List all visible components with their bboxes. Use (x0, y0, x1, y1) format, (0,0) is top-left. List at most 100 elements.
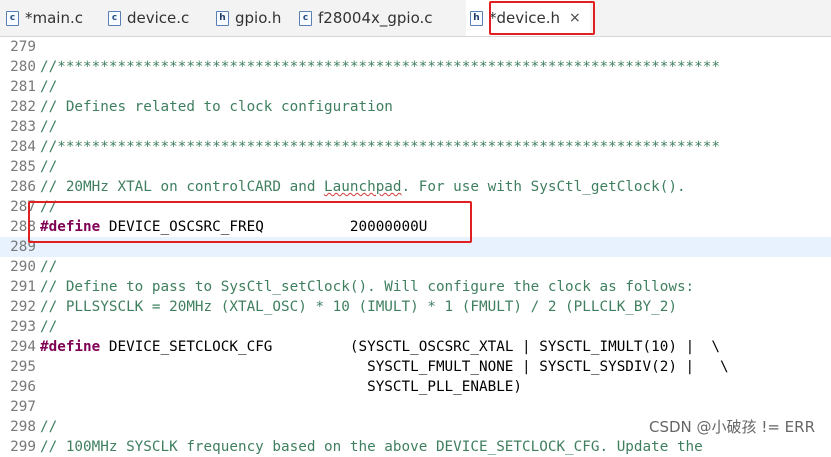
tab-label: *device.h (489, 9, 561, 27)
tab-gpio-h[interactable]: h gpio.h (214, 0, 298, 36)
line-number: 282 (10, 99, 36, 115)
code-line[interactable]: 281// (0, 77, 831, 97)
code-token: SYSCTL_FMULT_NONE | SYSCTL_SYSDIV(2) | \ (40, 359, 729, 375)
code-text: // (40, 157, 57, 177)
code-line[interactable]: 279 (0, 37, 831, 57)
line-number: 299 (10, 439, 36, 455)
c-file-icon: c (108, 10, 121, 26)
code-line[interactable]: 293// (0, 317, 831, 337)
comment-token: // (40, 159, 58, 175)
line-number: 296 (10, 379, 36, 395)
code-line[interactable]: 284//***********************************… (0, 137, 831, 157)
code-text: // (40, 317, 57, 337)
comment-token: // Defines related to clock configuratio… (40, 99, 393, 115)
comment-token: //**************************************… (40, 59, 720, 75)
tab-device-h[interactable]: h *device.h × (466, 0, 590, 36)
editor-tab-bar: c *main.c c device.c h gpio.h c f28004x_… (0, 0, 831, 37)
h-file-icon: h (470, 10, 483, 26)
comment-token: // (40, 319, 58, 335)
code-text: // 20MHz XTAL on controlCARD and Launchp… (40, 177, 686, 197)
line-number: 289 (10, 239, 36, 255)
c-file-icon: c (6, 10, 19, 26)
code-line[interactable]: 282// Defines related to clock configura… (0, 97, 831, 117)
h-file-icon: h (216, 10, 229, 26)
code-line[interactable]: 288 #define DEVICE_OSCSRC_FREQ 20000000U (0, 217, 831, 237)
code-line[interactable]: 291// Define to pass to SysCtl_setClock(… (0, 277, 831, 297)
watermark: CSDN @小破孩 != ERR (647, 416, 817, 437)
close-icon[interactable]: × (569, 10, 581, 26)
tab-label: *main.c (25, 9, 83, 27)
line-number: 281 (10, 79, 36, 95)
comment-token: // Define to pass to SysCtl_setClock(). … (40, 279, 695, 295)
code-text: #define DEVICE_OSCSRC_FREQ 20000000U (40, 217, 427, 237)
code-line[interactable]: 292// PLLSYSCLK = 20MHz (XTAL_OSC) * 10 … (0, 297, 831, 317)
keyword-token: #define (40, 339, 101, 355)
tab-main-c[interactable]: c *main.c (4, 0, 96, 36)
line-number: 284 (10, 139, 36, 155)
line-number: 286 (10, 179, 36, 195)
comment-token: // 100MHz SYSCLK frequency based on the … (40, 439, 703, 455)
tab-label: f28004x_gpio.c (318, 9, 433, 27)
line-number: 292 (10, 299, 36, 315)
comment-token: // PLLSYSCLK = 20MHz (XTAL_OSC) * 10 (IM… (40, 299, 677, 315)
code-text: //**************************************… (40, 137, 720, 157)
code-line[interactable]: 287// (0, 197, 831, 217)
comment-token: // (40, 259, 58, 275)
code-text: #define DEVICE_SETCLOCK_CFG (SYSCTL_OSCS… (40, 337, 720, 357)
line-number: 283 (10, 119, 36, 135)
comment-token: // (40, 419, 58, 435)
tab-f28004x-gpio-c[interactable]: c f28004x_gpio.c (297, 0, 457, 36)
comment-token: // (40, 119, 58, 135)
line-number: 290 (10, 259, 36, 275)
code-line[interactable]: 285// (0, 157, 831, 177)
line-number: 279 (10, 39, 36, 55)
comment-token: //**************************************… (40, 139, 720, 155)
code-text: // (40, 257, 57, 277)
code-text: // (40, 197, 57, 217)
code-token: DEVICE_OSCSRC_FREQ 20000000U (100, 219, 428, 235)
line-number: 280 (10, 59, 36, 75)
comment-token: // 20MHz XTAL on controlCARD and (40, 179, 325, 195)
line-number: 285 (10, 159, 36, 175)
code-line[interactable]: 299// 100MHz SYSCLK frequency based on t… (0, 437, 831, 457)
code-text: // PLLSYSCLK = 20MHz (XTAL_OSC) * 10 (IM… (40, 297, 677, 317)
tab-label: device.c (127, 9, 190, 27)
code-text: // Define to pass to SysCtl_setClock(). … (40, 277, 694, 297)
code-text: // (40, 77, 57, 97)
line-number: 295 (10, 359, 36, 375)
line-number: 293 (10, 319, 36, 335)
code-line[interactable]: 297 (0, 397, 831, 417)
line-number: 288 (10, 219, 36, 235)
comment-token: // (40, 199, 58, 215)
tab-device-c[interactable]: c device.c (106, 0, 202, 36)
comment-token: Launchpad (324, 179, 402, 195)
code-text: SYSCTL_PLL_ENABLE) (40, 377, 522, 397)
line-number: 287 (10, 199, 36, 215)
code-line[interactable]: 290// (0, 257, 831, 277)
code-line[interactable]: 296 SYSCTL_PLL_ENABLE) (0, 377, 831, 397)
comment-token: . For use with SysCtl_getClock(). (401, 179, 686, 195)
code-token: DEVICE_SETCLOCK_CFG (SYSCTL_OSCSRC_XTAL … (100, 339, 721, 355)
code-line[interactable]: 289 (0, 237, 831, 257)
code-text: // Defines related to clock configuratio… (40, 97, 393, 117)
c-file-icon: c (299, 10, 312, 26)
code-text: // 100MHz SYSCLK frequency based on the … (40, 437, 703, 457)
tab-label: gpio.h (235, 9, 282, 27)
keyword-token: #define (40, 219, 101, 235)
code-text: // (40, 417, 57, 437)
line-number: 291 (10, 279, 36, 295)
line-number: 294 (10, 339, 36, 355)
code-line[interactable]: 283// (0, 117, 831, 137)
comment-token: // (40, 79, 58, 95)
code-text: //**************************************… (40, 57, 720, 77)
line-number: 297 (10, 399, 36, 415)
code-text: // (40, 117, 57, 137)
code-text: SYSCTL_FMULT_NONE | SYSCTL_SYSDIV(2) | \ (40, 357, 729, 377)
code-token: SYSCTL_PLL_ENABLE) (40, 379, 523, 395)
code-line[interactable]: 286// 20MHz XTAL on controlCARD and Laun… (0, 177, 831, 197)
code-line[interactable]: 294 #define DEVICE_SETCLOCK_CFG (SYSCTL_O… (0, 337, 831, 357)
code-line[interactable]: 280//***********************************… (0, 57, 831, 77)
code-line[interactable]: 295 SYSCTL_FMULT_NONE | SYSCTL_SYSDIV(2)… (0, 357, 831, 377)
code-editor[interactable]: 279 280//********************************… (0, 37, 831, 455)
line-number: 298 (10, 419, 36, 435)
